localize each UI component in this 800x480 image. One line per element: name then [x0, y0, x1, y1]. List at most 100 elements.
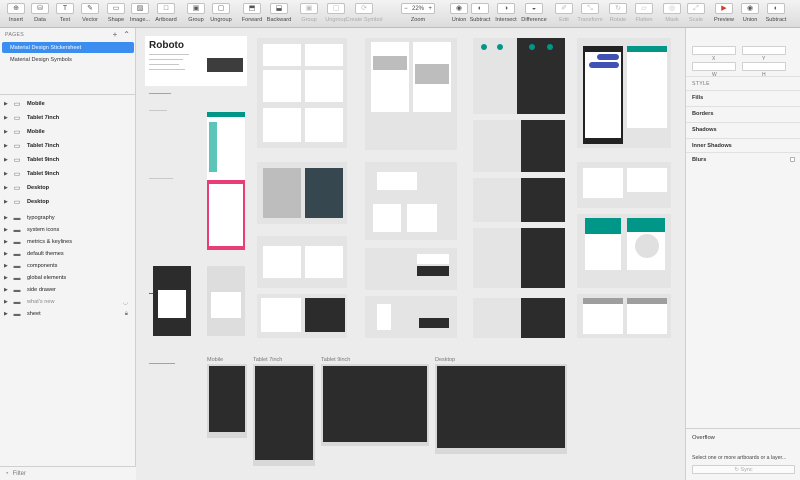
w-field[interactable]	[692, 62, 736, 71]
grid-tiles-light	[263, 168, 301, 218]
layer-item-sheet[interactable]: ▶ ▬ sheet 🔒︎	[0, 308, 136, 320]
toolbar-image--button[interactable]: ▨ Image...	[130, 3, 150, 27]
layer-item-tablet-9inch[interactable]: ▶ ▭ Tablet 9inch	[0, 154, 136, 166]
disclosure-triangle-icon[interactable]: ▶	[4, 299, 9, 305]
collapse-pages-icon[interactable]: ⌃	[123, 30, 130, 39]
list-card	[305, 44, 343, 66]
blurs-checkbox[interactable]	[790, 157, 795, 162]
layer-item-default-themes[interactable]: ▶ ▬ default themes	[0, 248, 136, 260]
layer-item-global-elements[interactable]: ▶ ▬ global elements	[0, 272, 136, 284]
disclosure-triangle-icon[interactable]: ▶	[4, 101, 9, 107]
layers-sidebar: PAGES + ⌃ Material Design Stickersheet M…	[0, 28, 136, 480]
transform-icon: ⤡	[581, 3, 599, 14]
toolbar-union-button[interactable]: ◉ Union	[740, 3, 760, 27]
toolbar-scale-button: ⤢ Scale	[686, 3, 706, 27]
layer-item-mobile[interactable]: ▶ ▭ Mobile	[0, 126, 136, 138]
artboard-icon: □	[157, 3, 175, 14]
toolbar-union-button[interactable]: ◉ Union	[449, 3, 469, 27]
toolbar-forward-button[interactable]: ⬒ Forward	[242, 3, 262, 27]
toolbar-shape-button[interactable]: ▭ Shape	[106, 3, 126, 27]
sheet-card	[263, 246, 301, 278]
layer-item-metrics-keylines[interactable]: ▶ ▬ metrics & keylines	[0, 236, 136, 248]
toolbar-subtract-button[interactable]: ◐ Subtract	[766, 3, 786, 27]
h-field[interactable]	[742, 62, 786, 71]
filter-bar[interactable]: ◔ Filter	[0, 466, 136, 480]
borders-section[interactable]: Borders	[686, 106, 800, 120]
style-header: STYLE	[686, 76, 800, 90]
toolbar-label: Union	[451, 17, 467, 23]
disclosure-triangle-icon[interactable]: ▶	[4, 311, 9, 317]
layer-item-mobile[interactable]: ▶ ▭ Mobile	[0, 98, 136, 110]
eye-hidden-icon[interactable]: ◡	[123, 299, 128, 306]
toolbar-ungroup-button[interactable]: ▢ Ungroup	[210, 3, 232, 27]
toolbar-group-button[interactable]: ▣ Group	[186, 3, 206, 27]
toolbar-label: Flatten	[635, 17, 653, 23]
sync-button[interactable]: ↻ Sync	[692, 465, 795, 474]
disclosure-triangle-icon[interactable]: ▶	[4, 185, 9, 191]
canvas[interactable]: Roboto Mobile Tablet 7inch Tablet 9inch …	[137, 28, 685, 480]
switches-dark	[521, 120, 565, 172]
layer-label: Desktop	[27, 199, 50, 205]
toolbar-vector-button[interactable]: ✎ Vector	[80, 3, 100, 27]
teal-appbar	[207, 112, 245, 117]
toolbar-backward-button[interactable]: ⬓ Backward	[267, 3, 291, 27]
layer-item-tablet-7inch[interactable]: ▶ ▭ Tablet 7inch	[0, 140, 136, 152]
toolbar-insert-button[interactable]: ⊕ Insert	[6, 3, 26, 27]
disclosure-triangle-icon[interactable]: ▶	[4, 171, 9, 177]
disclosure-triangle-icon[interactable]: ▶	[4, 239, 9, 245]
toolbar-artboard-button[interactable]: □ Artboard	[155, 3, 177, 27]
x-field[interactable]	[692, 46, 736, 55]
layer-item-what-s-new[interactable]: ▶ ▬ what's new ◡	[0, 296, 136, 308]
layer-item-typography[interactable]: ▶ ▬ typography	[0, 212, 136, 224]
chip-card	[583, 168, 623, 198]
page-item-symbols[interactable]: Material Design Symbols	[2, 54, 134, 65]
disclosure-triangle-icon[interactable]: ▶	[4, 157, 9, 163]
shadows-label: Shadows	[692, 127, 717, 133]
artboard-buttons-light[interactable]	[473, 38, 517, 114]
disclosure-triangle-icon[interactable]: ▶	[4, 143, 9, 149]
layer-item-system-icons[interactable]: ▶ ▬ system icons	[0, 224, 136, 236]
clock-face	[635, 234, 659, 258]
toolbar-difference-button[interactable]: ◒ Difference	[521, 3, 547, 27]
folder-icon: ▬	[13, 274, 21, 282]
disclosure-triangle-icon[interactable]: ▶	[4, 215, 9, 221]
toolbar-label: Text	[59, 17, 71, 23]
fills-section[interactable]: Fills	[686, 90, 800, 104]
disclosure-triangle-icon[interactable]: ▶	[4, 251, 9, 257]
date-picker-header	[585, 218, 621, 234]
toolbar-text-button[interactable]: T Text	[55, 3, 75, 27]
layer-item-desktop[interactable]: ▶ ▭ Desktop	[0, 182, 136, 194]
zoom-out-icon[interactable]: −	[404, 6, 408, 12]
toolbar-preview-button[interactable]: ▶ Preview	[714, 3, 734, 27]
inner-shadows-section[interactable]: Inner Shadows	[686, 138, 800, 152]
insert-icon: ⊕	[7, 3, 25, 14]
disclosure-triangle-icon[interactable]: ▶	[4, 287, 9, 293]
layer-label: default themes	[27, 251, 64, 257]
toolbar-label: Intersect	[495, 17, 517, 23]
layer-item-components[interactable]: ▶ ▬ components	[0, 260, 136, 272]
layer-item-desktop[interactable]: ▶ ▭ Desktop	[0, 196, 136, 208]
disclosure-triangle-icon[interactable]: ▶	[4, 263, 9, 269]
filter-input[interactable]: Filter	[13, 471, 26, 477]
layer-item-side-drawer[interactable]: ▶ ▬ side drawer	[0, 284, 136, 296]
lock-icon[interactable]: 🔒︎	[125, 311, 128, 318]
toolbar-create-symbol-button: ⟳ Create Symbol	[346, 3, 383, 27]
disclosure-triangle-icon[interactable]: ▶	[4, 129, 9, 135]
disclosure-triangle-icon[interactable]: ▶	[4, 227, 9, 233]
y-field[interactable]	[742, 46, 786, 55]
toolbar-subtract-button[interactable]: ◐ Subtract	[470, 3, 490, 27]
add-page-icon[interactable]: +	[113, 30, 118, 39]
page-item-stickersheet[interactable]: Material Design Stickersheet	[2, 42, 134, 53]
toolbar-zoom-button[interactable]: −22% + Zoom	[400, 3, 436, 27]
disclosure-triangle-icon[interactable]: ▶	[4, 199, 9, 205]
layer-item-tablet-7inch[interactable]: ▶ ▭ Tablet 7inch	[0, 112, 136, 124]
toolbar-data-button[interactable]: ⛁ Data	[30, 3, 50, 27]
shadows-section[interactable]: Shadows	[686, 122, 800, 136]
disclosure-triangle-icon[interactable]: ▶	[4, 115, 9, 121]
disclosure-triangle-icon[interactable]: ▶	[4, 275, 9, 281]
blurs-section[interactable]: Blurs	[686, 152, 800, 166]
toolbar-label: Group	[188, 17, 204, 23]
layer-item-tablet-9inch[interactable]: ▶ ▭ Tablet 9inch	[0, 168, 136, 180]
toolbar-intersect-button[interactable]: ◑ Intersect	[495, 3, 517, 27]
zoom-in-icon[interactable]: +	[428, 6, 432, 12]
